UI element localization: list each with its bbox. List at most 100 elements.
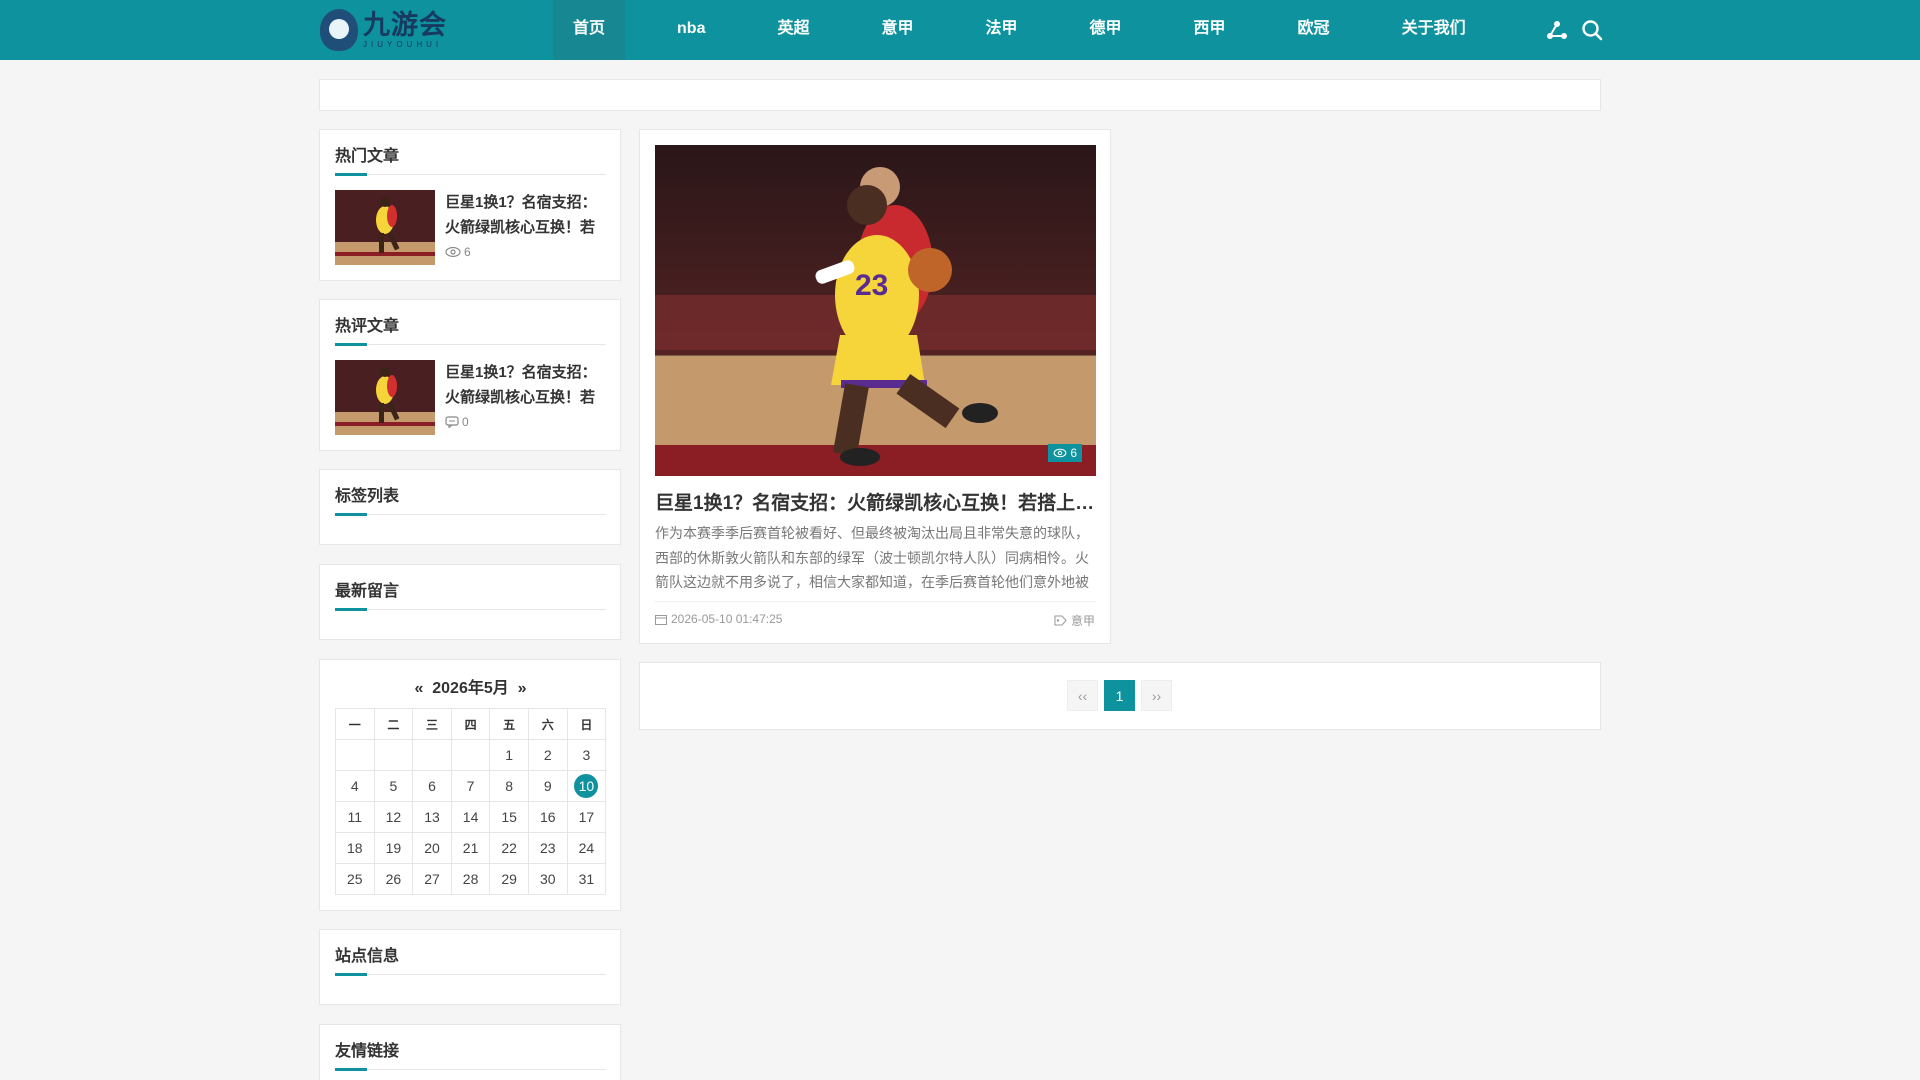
calendar-day [412,739,452,771]
weekday-header: 三 [412,708,452,740]
calendar-day: 31 [566,863,607,895]
calendar-day: 20 [412,832,452,864]
calendar-day: 24 [566,832,607,864]
calendar-day: 17 [566,801,607,833]
comment-count: 0 [462,415,469,429]
article-date: 2026-05-10 01:47:25 [671,612,783,626]
calendar-day: 19 [373,832,414,864]
calendar-day: 2 [527,739,568,771]
eye-icon [445,246,461,258]
weekday-header: 日 [566,708,607,740]
nav-item-home[interactable]: 首页 [553,0,626,60]
calendar-day [373,739,414,771]
article-thumbnail[interactable] [335,190,435,265]
calendar-day: 11 [335,801,375,833]
nav-item-serie-a[interactable]: 意甲 [861,0,933,60]
search-icon[interactable] [1580,18,1604,42]
calendar-grid: 一 二 三 四 五 六 日 1 2 3 4 5 6 7 8 9 10 11 12… [335,708,607,895]
widget-title: 标签列表 [335,487,606,516]
widget-title: 热门文章 [335,147,606,176]
calendar-day: 15 [489,801,529,833]
calendar-day: 29 [489,863,529,895]
comment-icon [445,416,459,428]
calendar-day: 23 [527,832,568,864]
widget-latest-comments: 最新留言 [319,564,621,640]
article-category[interactable]: 意甲 [1071,612,1095,629]
nav-item-ligue-1[interactable]: 法甲 [966,0,1038,60]
widget-site-info: 站点信息 [319,929,621,1005]
article-title[interactable]: 巨星1换1？名宿支招：火箭绿凯核心互换！若搭上首轮签 [655,488,1096,515]
site-logo[interactable]: 九游会 JIUYOUHUI [320,7,447,53]
top-navbar: 九游会 JIUYOUHUI 首页 nba 英超 意甲 法甲 德甲 西甲 欧冠 关… [0,0,1920,60]
top-notice-bar [319,79,1601,111]
weekday-header: 四 [450,708,491,740]
main-nav: 首页 nba 英超 意甲 法甲 德甲 西甲 欧冠 关于我们 [553,0,1518,60]
widget-title: 热评文章 [335,317,606,346]
calendar-day: 9 [527,770,568,802]
article-image[interactable]: 23 6 [655,145,1096,476]
widget-hot-articles: 热门文章 巨星1换1？名宿支招：火箭绿凯核心互换！若搭... 6 [319,129,621,281]
article-title[interactable]: 巨星1换1？名宿支招：火箭绿凯核心互换！若搭... [445,190,606,240]
view-count-badge: 6 [1048,444,1082,462]
weekday-header: 五 [489,708,529,740]
today-marker[interactable]: 10 [574,774,599,798]
weekday-header: 六 [527,708,568,740]
calendar-day: 21 [450,832,491,864]
calendar-day: 27 [412,863,452,895]
nav-item-about-us[interactable]: 关于我们 [1382,0,1486,60]
calendar-day: 6 [412,770,452,802]
list-item[interactable]: 巨星1换1？名宿支招：火箭绿凯核心互换！若搭... 6 [335,190,606,266]
nav-item-nba[interactable]: nba [657,0,725,60]
nav-item-premier-league[interactable]: 英超 [757,0,829,60]
calendar-header: « 2026年5月 » [320,674,621,698]
widget-title: 友情链接 [335,1042,606,1071]
widget-tags: 标签列表 [319,469,621,545]
logo-subtext: JIUYOUHUI [363,40,443,49]
widget-title: 最新留言 [335,582,606,611]
calendar-day: 5 [373,770,414,802]
calendar-day [335,739,375,771]
calendar-day: 22 [489,832,529,864]
nav-item-la-liga[interactable]: 西甲 [1174,0,1246,60]
list-item[interactable]: 巨星1换1？名宿支招：火箭绿凯核心互换！若搭... 0 [335,360,606,436]
calendar-day: 1 [489,739,529,771]
calendar-day: 3 [566,739,607,771]
calendar-day: 16 [527,801,568,833]
view-count: 6 [464,245,471,259]
card-divider [655,601,1096,602]
calendar-next-button[interactable]: » [518,680,527,697]
eye-icon [1053,448,1067,458]
tag-icon [1054,615,1067,626]
nav-item-champions-league[interactable]: 欧冠 [1278,0,1350,60]
article-card[interactable]: 23 6 巨星1换1？名宿支招：火箭绿凯核心互换！若搭上首轮签 作为本赛季季后赛… [639,129,1111,644]
calendar-day: 14 [450,801,491,833]
weekday-header: 一 [335,708,375,740]
article-thumbnail[interactable] [335,360,435,435]
calendar-day: 7 [450,770,491,802]
calendar-day: 28 [450,863,491,895]
weekday-header: 二 [373,708,414,740]
article-title[interactable]: 巨星1换1？名宿支招：火箭绿凯核心互换！若搭... [445,360,606,410]
pagination: ‹‹ 1 ›› [1067,680,1178,711]
pagination-next-button[interactable]: ›› [1141,680,1172,711]
svg-text:23: 23 [855,269,888,302]
calendar-day: 18 [335,832,375,864]
calendar-icon [655,614,667,625]
logo-text: 九游会 [363,10,447,40]
pagination-prev-button[interactable]: ‹‹ [1067,680,1098,711]
calendar-day: 13 [412,801,452,833]
logo-badge-icon [320,9,358,51]
calendar-day-today[interactable]: 10 [566,770,607,802]
calendar-day: 8 [489,770,529,802]
calendar-day [450,739,491,771]
share-icon[interactable] [1545,18,1569,42]
widget-hot-comments: 热评文章 巨星1换1？名宿支招：火箭绿凯核心互换！若搭... 0 [319,299,621,451]
calendar-day: 12 [373,801,414,833]
pagination-page-1[interactable]: 1 [1104,680,1135,711]
widget-friend-links: 友情链接 [319,1024,621,1080]
view-count: 6 [1070,446,1077,460]
calendar-day: 4 [335,770,375,802]
calendar-prev-button[interactable]: « [414,680,423,697]
article-excerpt: 作为本赛季季后赛首轮被看好、但最终被淘汰出局且非常失意的球队，西部的休斯敦火箭队… [655,525,1089,590]
nav-item-bundesliga[interactable]: 德甲 [1070,0,1142,60]
